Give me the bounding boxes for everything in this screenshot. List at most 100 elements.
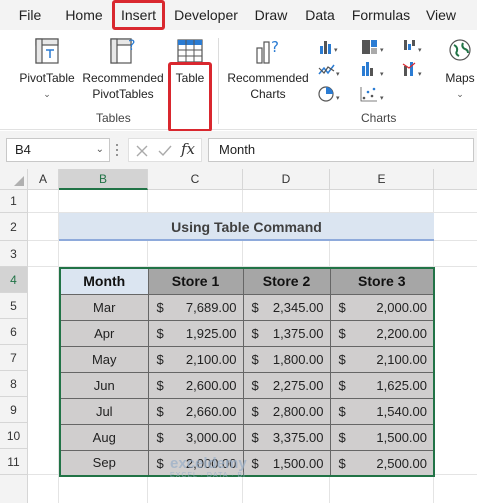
- combo-chart-icon: ▾: [402, 62, 422, 78]
- table-row: Mar $7,689.00 $2,345.00 $2,000.00: [59, 293, 435, 321]
- column-header-d[interactable]: D: [243, 169, 330, 190]
- row-header-8[interactable]: 8: [0, 371, 28, 397]
- currency-symbol: $: [338, 299, 346, 315]
- row-header-12[interactable]: [0, 475, 28, 503]
- store-value-cell[interactable]: $2,600.00: [147, 371, 244, 399]
- chart-types-gallery: ▾ ▾ ▾ ▾ ▾ ▾ ▾ ▾: [318, 40, 422, 102]
- row-header-4[interactable]: 4: [0, 267, 28, 293]
- table-row: Apr $1,925.00 $1,375.00 $2,200.00: [59, 319, 435, 347]
- tables-group-label: Tables: [96, 111, 131, 125]
- store-value-cell[interactable]: $7,689.00: [147, 293, 244, 321]
- row-header-3[interactable]: 3: [0, 241, 28, 267]
- currency-symbol: $: [338, 429, 346, 445]
- currency-symbol: $: [156, 299, 164, 315]
- recommended-charts-button[interactable]: ? Recommended Charts: [224, 36, 312, 102]
- column-header-c[interactable]: C: [148, 169, 243, 190]
- amount-value: 1,540.00: [376, 403, 427, 419]
- store-value-cell[interactable]: $1,375.00: [242, 319, 331, 347]
- month-cell[interactable]: Mar: [59, 293, 149, 321]
- svg-text:▾: ▾: [380, 71, 384, 78]
- menu-developer[interactable]: Developer: [170, 0, 242, 30]
- chevron-down-icon[interactable]: ⌄: [96, 139, 104, 161]
- currency-symbol: $: [338, 351, 346, 367]
- table-header-row: Month Store 1 Store 2 Store 3: [59, 267, 435, 295]
- store-value-cell[interactable]: $3,375.00: [242, 423, 331, 451]
- charts-group-label: Charts: [361, 111, 397, 125]
- month-cell[interactable]: Aug: [59, 423, 149, 451]
- row-header-5[interactable]: 5: [0, 293, 28, 319]
- store-value-cell[interactable]: $1,500.00: [242, 449, 331, 477]
- month-cell[interactable]: Sep: [59, 449, 149, 477]
- menu-bar: File Home Insert Developer Draw Data For…: [0, 0, 477, 30]
- maps-button[interactable]: Maps ⌄: [440, 36, 477, 102]
- store-value-cell[interactable]: $2,500.00: [329, 449, 435, 477]
- row-header-9[interactable]: 9: [0, 397, 28, 423]
- column-header-b[interactable]: B: [59, 169, 148, 190]
- amount-value: 1,500.00: [272, 455, 324, 471]
- insert-function-icon[interactable]: fx: [181, 140, 195, 158]
- column-header-f[interactable]: [434, 169, 477, 190]
- menu-file[interactable]: File: [10, 0, 50, 30]
- store-value-cell[interactable]: $2,800.00: [242, 397, 331, 425]
- store-value-cell[interactable]: $1,540.00: [329, 397, 435, 425]
- ribbon: PivotTable ⌄ ? Recommended PivotTables T…: [0, 30, 477, 132]
- menu-insert[interactable]: Insert: [112, 0, 165, 30]
- statistic-chart-icon: ▾: [362, 62, 384, 78]
- svg-text:▾: ▾: [418, 47, 422, 54]
- menu-home[interactable]: Home: [58, 0, 110, 30]
- menu-formulas[interactable]: Formulas: [348, 0, 414, 30]
- amount-value: 1,500.00: [376, 429, 427, 445]
- header-store-3[interactable]: Store 3: [329, 267, 435, 295]
- more-options-icon[interactable]: [114, 143, 120, 157]
- amount-value: 2,000.00: [376, 299, 427, 315]
- menu-view[interactable]: View: [420, 0, 462, 30]
- store-value-cell[interactable]: $2,660.00: [147, 397, 244, 425]
- row-header-10[interactable]: 10: [0, 423, 28, 449]
- table-row: Sep $2,000.00 $1,500.00 $2,500.00: [59, 449, 435, 477]
- watermark: exceldemy EXCEL · DATA · BI: [170, 455, 247, 479]
- store-value-cell[interactable]: $2,100.00: [329, 345, 435, 373]
- formula-input[interactable]: Month: [208, 138, 474, 162]
- menu-draw[interactable]: Draw: [250, 0, 292, 30]
- store-value-cell[interactable]: $3,000.00: [147, 423, 244, 451]
- pivottable-button[interactable]: PivotTable ⌄: [14, 36, 80, 102]
- currency-symbol: $: [251, 403, 259, 419]
- amount-value: 1,800.00: [272, 351, 324, 367]
- month-cell[interactable]: Jul: [59, 397, 149, 425]
- scatter-chart-icon: ▾: [360, 87, 384, 102]
- header-store-2[interactable]: Store 2: [242, 267, 331, 295]
- store-value-cell[interactable]: $2,000.00: [329, 293, 435, 321]
- currency-symbol: $: [338, 455, 346, 471]
- name-box[interactable]: B4 ⌄: [6, 138, 110, 162]
- month-cell[interactable]: Jun: [59, 371, 149, 399]
- enter-check-icon[interactable]: [157, 144, 173, 158]
- store-value-cell[interactable]: $2,100.00: [147, 345, 244, 373]
- store-value-cell[interactable]: $1,500.00: [329, 423, 435, 451]
- sheet-title[interactable]: Using Table Command: [59, 213, 434, 241]
- column-header-e[interactable]: E: [330, 169, 434, 190]
- row-header-7[interactable]: 7: [0, 345, 28, 371]
- menu-data[interactable]: Data: [300, 0, 340, 30]
- row-header-2[interactable]: 2: [0, 213, 28, 241]
- store-value-cell[interactable]: $1,625.00: [329, 371, 435, 399]
- store-value-cell[interactable]: $2,275.00: [242, 371, 331, 399]
- column-header-a[interactable]: A: [28, 169, 59, 190]
- row-header-6[interactable]: 6: [0, 319, 28, 345]
- store-value-cell[interactable]: $2,345.00: [242, 293, 331, 321]
- store-value-cell[interactable]: $1,800.00: [242, 345, 331, 373]
- month-cell[interactable]: May: [59, 345, 149, 373]
- row-header-11[interactable]: 11: [0, 449, 28, 475]
- chevron-down-icon: ⌄: [456, 89, 464, 99]
- amount-value: 2,660.00: [185, 403, 237, 419]
- svg-text:?: ?: [271, 38, 279, 56]
- store-value-cell[interactable]: $1,925.00: [147, 319, 244, 347]
- store-value-cell[interactable]: $2,200.00: [329, 319, 435, 347]
- header-store-1[interactable]: Store 1: [147, 267, 244, 295]
- recommended-pivottables-button[interactable]: ? Recommended PivotTables: [82, 36, 164, 102]
- cancel-icon[interactable]: [135, 144, 149, 158]
- row-header-1[interactable]: 1: [0, 190, 28, 213]
- header-month[interactable]: Month: [59, 267, 149, 295]
- month-cell[interactable]: Apr: [59, 319, 149, 347]
- currency-symbol: $: [156, 403, 164, 419]
- select-all-corner[interactable]: [0, 169, 28, 190]
